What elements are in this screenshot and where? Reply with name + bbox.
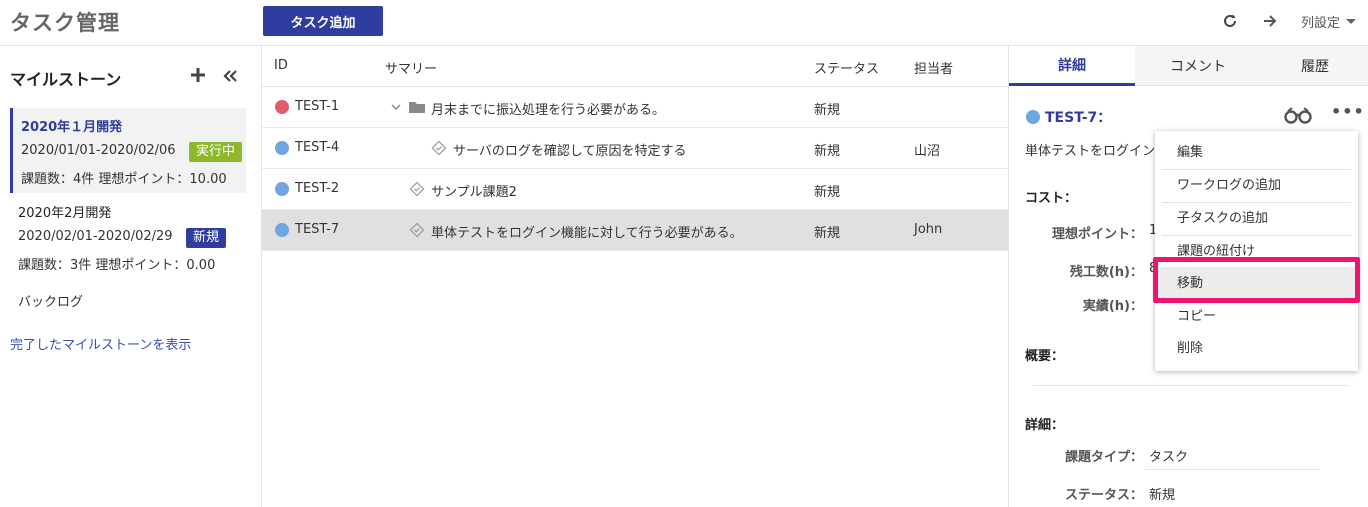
tab-history[interactable]: 履歴 <box>1261 46 1368 86</box>
column-header-summary[interactable]: サマリー <box>385 58 437 77</box>
task-diamond-icon <box>409 181 425 197</box>
divider <box>1033 385 1349 386</box>
remaining-hours-label: 残工数(h)： <box>1069 265 1143 280</box>
app-header: タスク管理 タスク追加 列設定 <box>0 0 1368 46</box>
milestone-dates: 2020/01/01-2020/02/06 <box>21 143 176 158</box>
column-settings-label: 列設定 <box>1301 16 1341 31</box>
add-task-button[interactable]: タスク追加 <box>263 6 383 36</box>
menu-item-delete[interactable]: 削除 <box>1155 332 1358 365</box>
issue-key: TEST-7： <box>1045 110 1112 126</box>
caret-down-icon <box>1346 19 1357 24</box>
actual-hours-label: 実績(h)： <box>1082 299 1143 314</box>
issue-type-label: 課題タイプ： <box>1064 450 1143 465</box>
status-badge: 新規 <box>186 228 227 248</box>
arrow-right-icon[interactable] <box>1259 10 1281 32</box>
overview-heading: 概要： <box>1025 349 1065 364</box>
column-settings-dropdown[interactable]: 列設定 <box>1301 12 1357 31</box>
priority-dot <box>275 100 289 114</box>
table-row[interactable]: TEST-1 月末までに振込処理を行う必要がある。 新規 <box>262 87 1008 128</box>
column-header-status[interactable]: ステータス <box>814 58 879 77</box>
refresh-icon[interactable] <box>1219 10 1241 32</box>
task-id: TEST-7 <box>295 222 340 237</box>
divider <box>1145 469 1320 470</box>
milestone-summary: 課題数：4件 理想ポイント：10.00 <box>21 172 227 187</box>
details-heading: 詳細： <box>1025 418 1065 433</box>
column-header-id[interactable]: ID <box>274 58 288 73</box>
milestone-item-2020-02[interactable]: 2020年2月開発 2020/02/01-2020/02/29 新規 課題数：3… <box>10 194 246 279</box>
tab-details[interactable]: 詳細 <box>1009 46 1135 86</box>
task-assignee: John <box>914 222 943 237</box>
priority-dot <box>275 141 289 155</box>
chevron-down-icon[interactable] <box>388 99 404 115</box>
app-title: タスク管理 <box>10 11 120 35</box>
milestone-item-2020-01[interactable]: 2020年１月開発 2020/01/01-2020/02/06 実行中 課題数：… <box>10 108 246 193</box>
status-label: ステータス： <box>1064 488 1143 503</box>
show-completed-milestones-link[interactable]: 完了したマイルストーンを表示 <box>10 334 191 353</box>
task-assignee: 山沼 <box>914 144 941 159</box>
task-status: 新規 <box>814 226 841 241</box>
backlog-item[interactable]: バックログ <box>18 291 83 310</box>
priority-dot <box>275 223 289 237</box>
table-row[interactable]: TEST-2 サンプル課題2 新規 <box>262 169 1008 210</box>
menu-item-edit[interactable]: 編集 <box>1155 136 1358 169</box>
status-value: 新規 <box>1149 488 1176 503</box>
sidebar-title: マイルストーン <box>10 70 122 89</box>
issue-actions-menu: 編集 ワークログの追加 子タスクの追加 課題の紐付け 移動 コピー 削除 <box>1155 131 1358 371</box>
more-options-icon[interactable]: ••• <box>1331 104 1364 124</box>
task-diamond-icon <box>431 140 447 156</box>
task-summary: サーバのログを確認して原因を特定する <box>453 144 687 159</box>
menu-item-add-worklog[interactable]: ワークログの追加 <box>1155 169 1358 202</box>
collapse-double-chevron-icon[interactable] <box>221 67 239 85</box>
milestone-name: 2020年2月開発 <box>18 206 112 221</box>
plus-icon[interactable] <box>189 66 207 84</box>
milestone-sidebar: マイルストーン 2020年１月開発 2020/01/01-2020/02/06 … <box>0 46 262 507</box>
ideal-points-label: 理想ポイント： <box>1051 227 1143 242</box>
status-badge: 実行中 <box>189 142 243 162</box>
table-row[interactable]: TEST-4 サーバのログを確認して原因を特定する 新規 山沼 <box>262 128 1008 169</box>
task-status: 新規 <box>814 185 841 200</box>
tab-comments[interactable]: コメント <box>1135 46 1261 86</box>
issue-type-value: タスク <box>1149 450 1189 465</box>
issue-summary: 単体テストをログイン <box>1025 144 1156 159</box>
task-status: 新規 <box>814 103 841 118</box>
menu-item-add-subtask[interactable]: 子タスクの追加 <box>1155 202 1358 235</box>
folder-icon <box>408 99 425 115</box>
task-summary: サンプル課題2 <box>431 185 517 200</box>
column-header-assignee[interactable]: 担当者 <box>914 58 953 77</box>
milestone-summary: 課題数：3件 理想ポイント：0.00 <box>18 258 216 273</box>
task-diamond-icon <box>409 222 425 238</box>
menu-item-copy[interactable]: コピー <box>1155 300 1358 333</box>
binoculars-icon[interactable] <box>1283 106 1313 124</box>
task-status: 新規 <box>814 144 841 159</box>
task-list: ID サマリー ステータス 担当者 TEST-1 月末までに振込処理を行う必要が… <box>262 46 1008 507</box>
priority-dot <box>1026 110 1040 124</box>
highlight-annotation-box <box>1153 257 1360 303</box>
cost-heading: コスト： <box>1025 191 1078 206</box>
priority-dot <box>275 182 289 196</box>
task-summary: 単体テストをログイン機能に対して行う必要がある。 <box>431 226 743 241</box>
milestone-dates: 2020/02/01-2020/02/29 <box>18 229 173 244</box>
task-summary: 月末までに振込処理を行う必要がある。 <box>431 103 666 118</box>
task-id: TEST-4 <box>295 140 340 155</box>
table-row-selected[interactable]: TEST-7 単体テストをログイン機能に対して行う必要がある。 新規 John <box>262 210 1008 251</box>
milestone-name: 2020年１月開発 <box>21 120 123 135</box>
task-id: TEST-2 <box>295 181 340 196</box>
task-id: TEST-1 <box>295 99 340 114</box>
